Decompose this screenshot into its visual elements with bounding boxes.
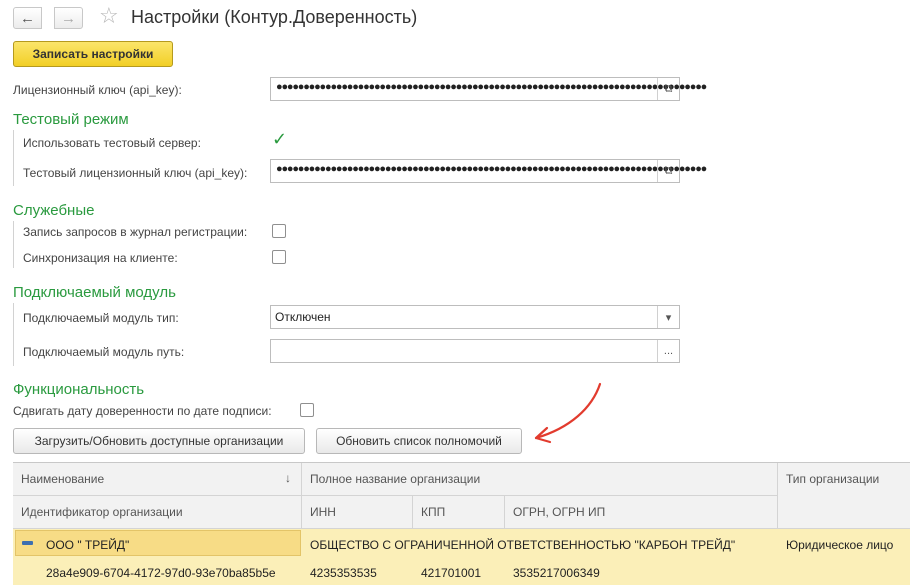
arrow-right-icon: → <box>61 9 76 27</box>
client-sync-label: Синхронизация на клиенте: <box>23 251 178 265</box>
org-id-cell: 28a4e909-6704-4172-97d0-93e70ba85b5e <box>46 566 276 580</box>
annotation-arrow <box>534 382 602 444</box>
org-full-name-cell: ОБЩЕСТВО С ОГРАНИЧЕННОЙ ОТВЕТСТВЕННОСТЬЮ… <box>310 538 736 552</box>
group-divider <box>13 303 14 366</box>
back-button[interactable]: ← <box>13 7 42 29</box>
org-kpp-cell: 421701001 <box>421 566 482 580</box>
api-key-value: ●●●●●●●●●●●●●●●●●●●●●●●●●●●●●●●●●●●●●●●●… <box>276 81 707 93</box>
column-header-kpp[interactable]: КПП <box>413 496 505 529</box>
client-sync-checkbox[interactable] <box>272 250 286 264</box>
group-divider <box>13 221 14 268</box>
api-key-label: Лицензионный ключ (api_key): <box>13 83 182 97</box>
column-header-name[interactable]: Наименование ↓ <box>13 463 302 496</box>
browse-button[interactable]: ... <box>657 340 679 362</box>
chevron-down-icon[interactable]: ▾ <box>657 306 679 328</box>
test-key-value: ●●●●●●●●●●●●●●●●●●●●●●●●●●●●●●●●●●●●●●●●… <box>276 163 707 175</box>
test-key-field[interactable]: ●●●●●●●●●●●●●●●●●●●●●●●●●●●●●●●●●●●●●●●●… <box>270 159 707 183</box>
column-header-org-id[interactable]: Идентификатор организации <box>13 496 302 529</box>
save-settings-button[interactable]: Записать настройки <box>13 41 173 67</box>
open-icon[interactable]: ⧉ <box>657 78 679 100</box>
organizations-table: Наименование ↓ Полное название организац… <box>13 462 910 585</box>
org-ogrn-cell: 3535217006349 <box>513 566 600 580</box>
plugin-type-label: Подключаемый модуль тип: <box>23 311 179 325</box>
column-header-ogrn[interactable]: ОГРН, ОГРН ИП <box>505 496 778 529</box>
org-type-cell: Юридическое лицо <box>786 538 894 552</box>
plugin-type-value: Отключен <box>275 310 331 324</box>
checkmark-icon: ✓ <box>272 129 288 149</box>
functionality-title: Функциональность <box>13 381 145 398</box>
log-requests-checkbox[interactable] <box>272 224 286 238</box>
forward-button[interactable]: → <box>54 7 83 29</box>
table-row[interactable]: ООО " ТРЕЙД" ОБЩЕСТВО С ОГРАНИЧЕННОЙ ОТВ… <box>13 529 910 585</box>
star-icon[interactable]: ☆ <box>99 5 119 27</box>
shift-date-label: Сдвигать дату доверенности по дате подпи… <box>13 404 272 418</box>
use-test-server-checkbox[interactable]: ✓ <box>272 130 287 148</box>
plugin-type-select[interactable]: Отключен ▾ <box>270 305 680 329</box>
page-title: Настройки (Контур.Доверенность) <box>131 7 418 27</box>
plugin-path-label: Подключаемый модуль путь: <box>23 345 185 359</box>
test-key-label: Тестовый лицензионный ключ (api_key): <box>23 166 248 180</box>
api-key-field[interactable]: ●●●●●●●●●●●●●●●●●●●●●●●●●●●●●●●●●●●●●●●●… <box>270 77 707 101</box>
refresh-powers-button[interactable]: Обновить список полномочий <box>316 428 522 454</box>
shift-date-checkbox[interactable] <box>300 403 314 417</box>
open-icon[interactable]: ⧉ <box>657 160 679 182</box>
sort-down-icon: ↓ <box>285 471 291 485</box>
column-header-org-type[interactable]: Тип организации <box>778 463 910 529</box>
use-test-server-label: Использовать тестовый сервер: <box>23 136 201 150</box>
column-header-full-name[interactable]: Полное название организации <box>302 463 778 496</box>
test-mode-title: Тестовый режим <box>13 111 129 128</box>
collapse-icon[interactable] <box>22 541 33 545</box>
group-divider <box>13 130 14 186</box>
org-inn-cell: 4235353535 <box>310 566 377 580</box>
org-name-cell: ООО " ТРЕЙД" <box>46 538 130 552</box>
load-orgs-button[interactable]: Загрузить/Обновить доступные организации <box>13 428 305 454</box>
service-title: Служебные <box>13 202 95 219</box>
log-requests-label: Запись запросов в журнал регистрации: <box>23 225 248 239</box>
plugin-title: Подключаемый модуль <box>13 284 176 301</box>
title-bar: ← → ☆ Настройки (Контур.Доверенность) <box>0 0 910 38</box>
arrow-left-icon: ← <box>20 9 35 27</box>
column-header-inn[interactable]: ИНН <box>302 496 413 529</box>
plugin-path-field[interactable]: ... <box>270 339 680 363</box>
